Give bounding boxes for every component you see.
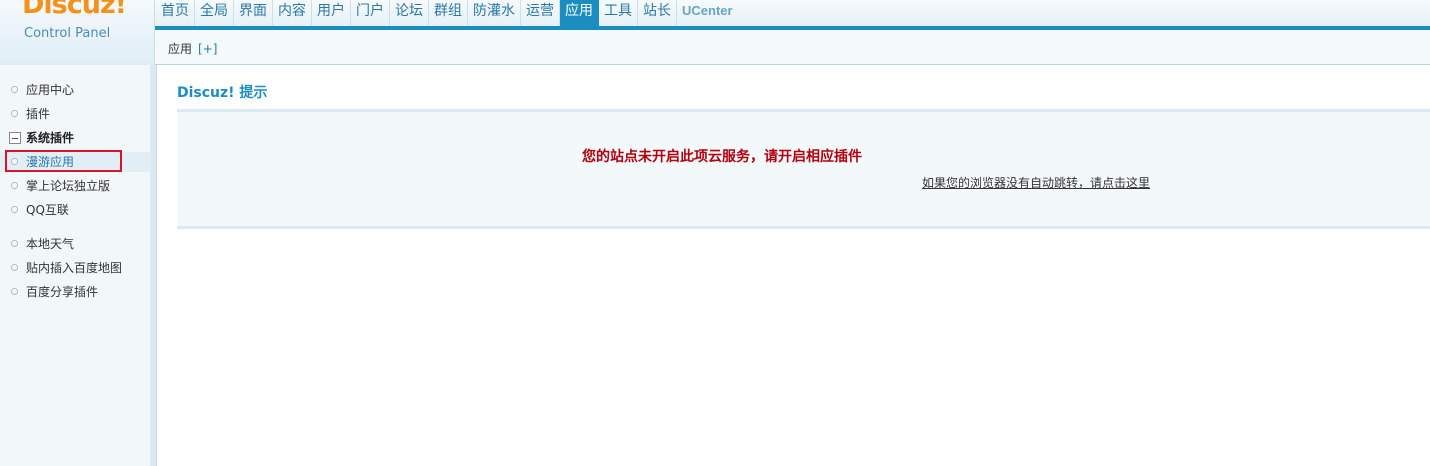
logo[interactable]: Discuz! Control Panel — [0, 0, 155, 65]
nav-item-apps[interactable]: 应用 — [560, 0, 599, 26]
sidebar-item-plugins[interactable]: 插件 — [0, 104, 151, 124]
nav-item-antispam[interactable]: 防灌水 — [468, 0, 521, 26]
subnav-add-button[interactable]: [+] — [198, 42, 217, 56]
subnav-label[interactable]: 应用 — [168, 42, 192, 56]
nav-item-operations[interactable]: 运营 — [521, 0, 560, 26]
header: Discuz! Control Panel 首页 全局 界面 内容 用户 门户 … — [0, 0, 1430, 65]
nav-item-groups[interactable]: 群组 — [429, 0, 468, 26]
top-nav: 首页 全局 界面 内容 用户 门户 论坛 群组 防灌水 运营 应用 工具 站长 … — [155, 0, 1430, 30]
sidebar-item-label: 掌上论坛独立版 — [26, 179, 111, 193]
sidebar-item-mobile-forum[interactable]: 掌上论坛独立版 — [0, 176, 151, 196]
sidebar-item-label: QQ互联 — [26, 203, 69, 217]
nav-item-users[interactable]: 用户 — [312, 0, 351, 26]
sub-nav: 应用 [+] — [155, 30, 1430, 65]
nav-item-content[interactable]: 内容 — [273, 0, 312, 26]
logo-subtitle: Control Panel — [24, 26, 111, 41]
sidebar-item-app-center[interactable]: 应用中心 — [0, 80, 151, 100]
bullet-icon — [11, 86, 18, 93]
sidebar-item-label: 百度分享插件 — [26, 285, 99, 299]
bullet-icon — [11, 264, 18, 271]
notice-message: 您的站点未开启此项云服务，请开启相应插件 — [582, 149, 862, 165]
main-content: Discuz! 提示 您的站点未开启此项云服务，请开启相应插件 如果您的浏览器没… — [157, 65, 1430, 466]
nav-item-interface[interactable]: 界面 — [234, 0, 273, 26]
nav-item-portal[interactable]: 门户 — [351, 0, 390, 26]
nav-item-forum[interactable]: 论坛 — [390, 0, 429, 26]
nav-item-global[interactable]: 全局 — [195, 0, 234, 26]
page-title: Discuz! 提示 — [177, 85, 268, 101]
bullet-icon — [11, 110, 18, 117]
sidebar: 应用中心 插件 系统插件 漫游应用 掌上论坛独立版 QQ互联 本地天气 贴内插入… — [0, 65, 157, 466]
sidebar-item-label: 应用中心 — [26, 83, 75, 97]
notice-box: 您的站点未开启此项云服务，请开启相应插件 如果您的浏览器没有自动跳转，请点击这里 — [177, 109, 1430, 229]
sidebar-item-baidu-map[interactable]: 贴内插入百度地图 — [0, 258, 151, 278]
sidebar-group-system-plugins[interactable]: 系统插件 — [0, 128, 151, 148]
bullet-icon — [11, 288, 18, 295]
nav-item-home[interactable]: 首页 — [155, 0, 195, 26]
collapse-icon[interactable] — [9, 132, 21, 144]
sidebar-item-label: 插件 — [26, 107, 51, 121]
sidebar-item-label: 本地天气 — [26, 237, 75, 251]
nav-item-admin[interactable]: 站长 — [638, 0, 677, 26]
logo-mark: Discuz! — [22, 0, 127, 20]
sidebar-item-baidu-share[interactable]: 百度分享插件 — [0, 282, 151, 302]
sidebar-item-qq-connect[interactable]: QQ互联 — [0, 200, 151, 220]
selection-highlight-box — [5, 150, 122, 172]
bullet-icon — [11, 240, 18, 247]
redirect-link[interactable]: 如果您的浏览器没有自动跳转，请点击这里 — [922, 174, 1150, 191]
nav-item-ucenter[interactable]: UCenter — [677, 0, 738, 26]
sidebar-item-label: 贴内插入百度地图 — [26, 261, 123, 275]
bullet-icon — [11, 206, 18, 213]
bullet-icon — [11, 182, 18, 189]
nav-item-tools[interactable]: 工具 — [599, 0, 638, 26]
sidebar-item-local-weather[interactable]: 本地天气 — [0, 234, 151, 254]
sidebar-group-label: 系统插件 — [26, 131, 75, 145]
